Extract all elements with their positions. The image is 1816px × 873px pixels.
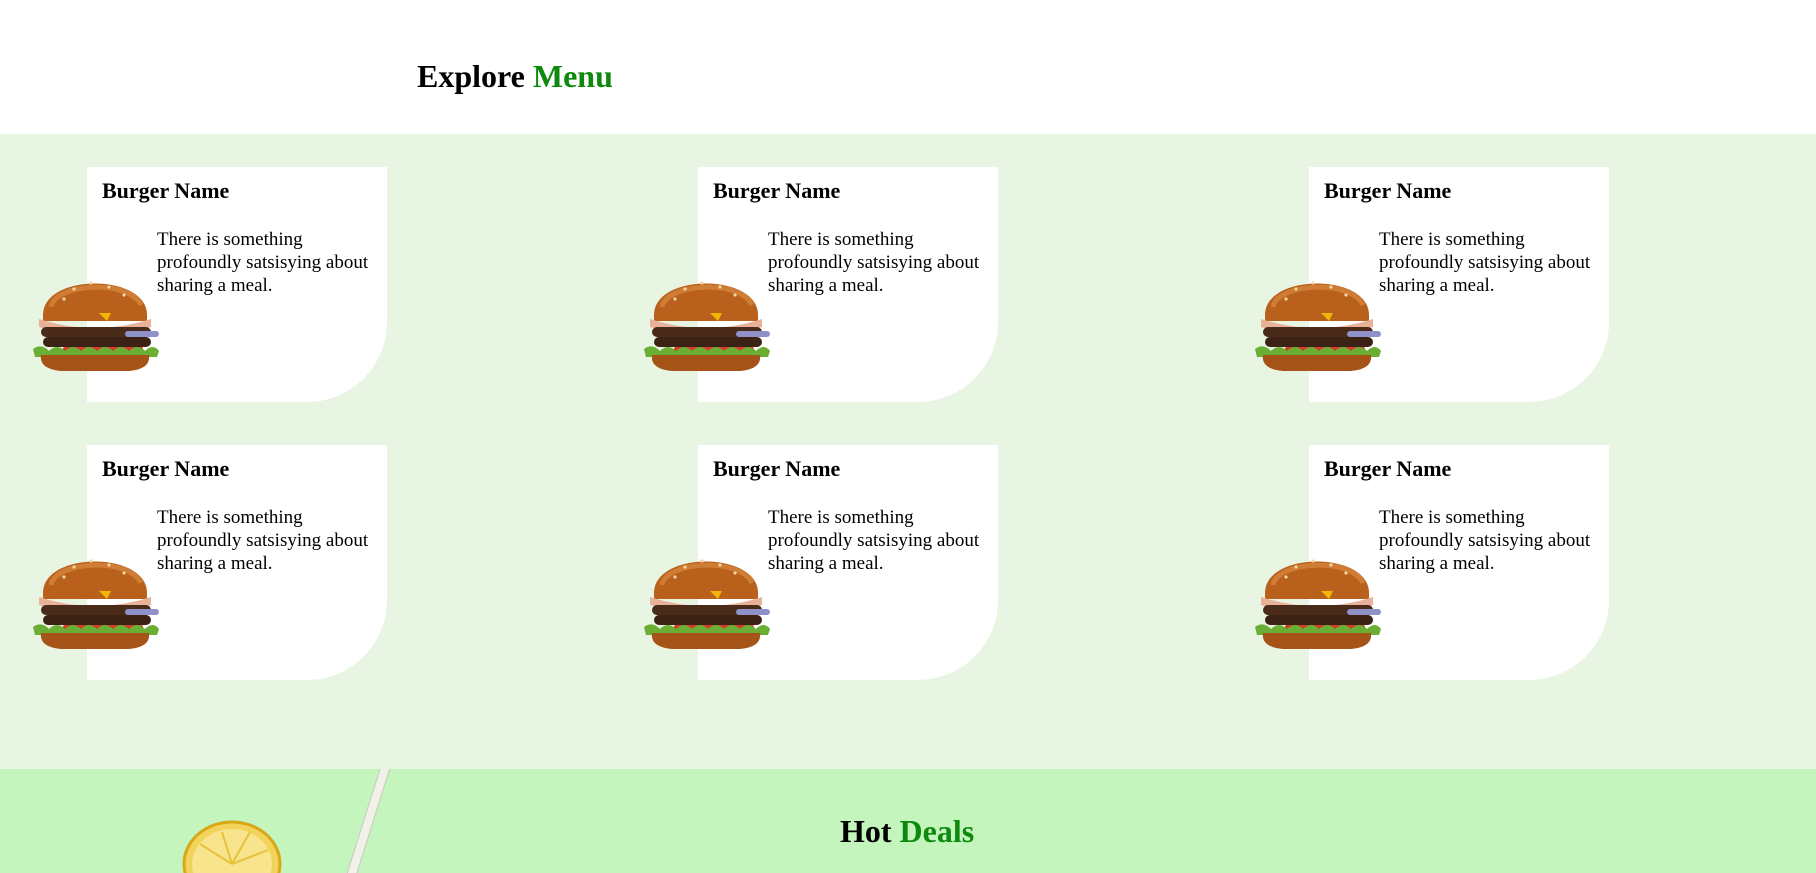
card-title: Burger Name bbox=[102, 456, 230, 481]
lemonade-icon bbox=[182, 769, 391, 873]
burger-icon bbox=[1251, 541, 1383, 653]
title-prefix: Hot bbox=[840, 813, 892, 849]
card-title: Burger Name bbox=[1324, 178, 1452, 203]
title-accent: Menu bbox=[532, 58, 613, 94]
menu-card[interactable]: Burger Name There is something profoundl… bbox=[87, 167, 387, 402]
hot-deals-title: Hot Deals bbox=[840, 813, 974, 850]
card-description: There is something profoundly satsisying… bbox=[1379, 229, 1591, 296]
burger-icon bbox=[640, 263, 772, 375]
card-title: Burger Name bbox=[713, 456, 841, 481]
menu-card[interactable]: Burger Name There is something profoundl… bbox=[1309, 445, 1609, 680]
card-description: There is something profoundly satsisying… bbox=[768, 507, 980, 574]
title-prefix: Explore bbox=[417, 58, 525, 94]
title-accent: Deals bbox=[899, 813, 975, 849]
burger-icon bbox=[640, 541, 772, 653]
menu-card[interactable]: Burger Name There is something profoundl… bbox=[698, 167, 998, 402]
card-description: There is something profoundly satsisying… bbox=[1379, 507, 1591, 574]
card-title: Burger Name bbox=[713, 178, 841, 203]
burger-icon bbox=[29, 541, 161, 653]
menu-card[interactable]: Burger Name There is something profoundl… bbox=[698, 445, 998, 680]
page-header: Explore Menu bbox=[0, 0, 1816, 134]
card-title: Burger Name bbox=[102, 178, 230, 203]
explore-menu-title: Explore Menu bbox=[417, 58, 613, 95]
hot-deals-section: Hot Deals bbox=[0, 769, 1816, 873]
card-description: There is something profoundly satsisying… bbox=[157, 507, 369, 574]
burger-icon bbox=[1251, 263, 1383, 375]
card-description: There is something profoundly satsisying… bbox=[768, 229, 980, 296]
card-description: There is something profoundly satsisying… bbox=[157, 229, 369, 296]
menu-card[interactable]: Burger Name There is something profoundl… bbox=[87, 445, 387, 680]
burger-icon bbox=[29, 263, 161, 375]
menu-section: Burger Name There is something profoundl… bbox=[0, 134, 1816, 769]
card-title: Burger Name bbox=[1324, 456, 1452, 481]
menu-card[interactable]: Burger Name There is something profoundl… bbox=[1309, 167, 1609, 402]
